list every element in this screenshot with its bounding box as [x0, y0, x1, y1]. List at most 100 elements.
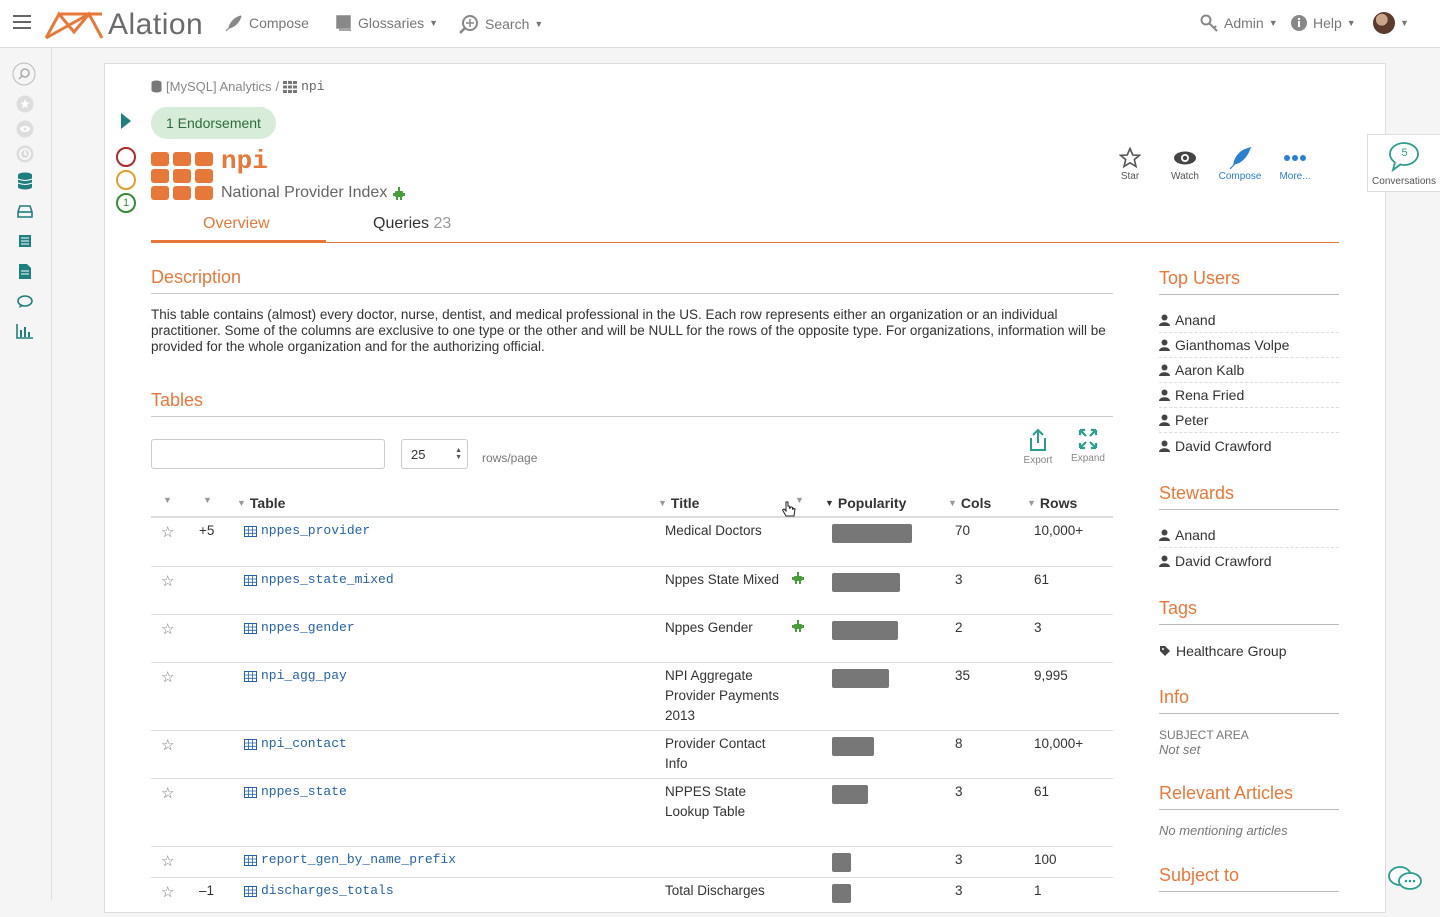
- subject-area-value[interactable]: Not set: [1159, 742, 1200, 757]
- watch-button[interactable]: Watch: [1155, 145, 1215, 182]
- column-header-table[interactable]: ▼ Table: [237, 495, 285, 511]
- table-filter-input[interactable]: [151, 439, 385, 469]
- top-users-heading: Top Users: [1159, 268, 1241, 288]
- table-row[interactable]: ☆ npi_contact Provider Contact Info 8 10,000…: [151, 730, 1113, 778]
- star-icon[interactable]: ☆: [161, 883, 174, 901]
- user-item[interactable]: David Crawford: [1159, 548, 1339, 573]
- endorsement-badge[interactable]: 1 Endorsement: [151, 107, 276, 139]
- table-object-icon: [151, 152, 213, 202]
- rows-count: 61: [1034, 784, 1050, 799]
- user-name: Rena Fried: [1175, 387, 1245, 403]
- table-link[interactable]: npi_agg_pay: [244, 666, 347, 686]
- eye-icon[interactable]: [14, 118, 36, 140]
- table-link[interactable]: npi_contact: [244, 734, 347, 754]
- sort-vote-column[interactable]: ▼: [203, 495, 212, 505]
- user-menu[interactable]: ▼: [1373, 12, 1409, 34]
- table-row[interactable]: ☆ –1 discharges_totals Total Discharges 3 1: [151, 877, 1113, 917]
- table-row[interactable]: ☆ nppes_state NPPES State Lookup Table 3 61: [151, 778, 1113, 846]
- popularity-bar: [832, 524, 912, 543]
- chevron-down-icon: ▼: [1268, 18, 1278, 28]
- expand-panel-arrow-icon[interactable]: [121, 113, 131, 129]
- user-icon: [1159, 389, 1170, 401]
- relevant-articles-heading: Relevant Articles: [1159, 783, 1294, 803]
- user-item[interactable]: David Crawford: [1159, 433, 1339, 458]
- table-link[interactable]: nppes_state_mixed: [244, 570, 394, 590]
- compose-button[interactable]: Compose: [1210, 145, 1270, 182]
- table-row[interactable]: ☆ report_gen_by_name_prefix 3 100: [151, 846, 1113, 877]
- cols-count: 2: [955, 620, 963, 635]
- table-link[interactable]: nppes_provider: [244, 521, 370, 541]
- chevron-down-icon: ▼: [429, 17, 439, 28]
- user-item[interactable]: Gianthomas Volpe: [1159, 333, 1339, 358]
- article-icon[interactable]: [14, 230, 36, 252]
- nav-admin-label: Admin: [1224, 15, 1264, 31]
- page-subtitle: National Provider Index: [221, 184, 406, 202]
- tab-overview[interactable]: Overview: [203, 215, 270, 233]
- column-header-popularity[interactable]: ▼ Popularity: [825, 495, 906, 511]
- user-item[interactable]: Aaron Kalb: [1159, 358, 1339, 383]
- help-chat-icon[interactable]: [1387, 864, 1423, 897]
- trust-flag-deprecation-icon[interactable]: [116, 147, 136, 167]
- trust-flag-endorsement-icon[interactable]: 1: [116, 193, 136, 213]
- breadcrumb-source[interactable]: [MySQL] Analytics: [166, 79, 271, 94]
- nav-search[interactable]: Search ▼: [458, 14, 543, 34]
- conversation-icon[interactable]: [14, 291, 36, 313]
- star-icon[interactable]: ☆: [161, 620, 174, 638]
- nav-glossaries[interactable]: Glossaries ▼: [334, 14, 438, 31]
- rows-per-page-select[interactable]: 25 ▲ ▼: [401, 439, 468, 469]
- star-icon[interactable]: ☆: [161, 572, 174, 590]
- export-button[interactable]: Export: [1018, 428, 1058, 466]
- book-icon: [336, 15, 351, 31]
- star-icon[interactable]: [14, 93, 36, 115]
- user-item[interactable]: Anand: [1159, 523, 1339, 548]
- more-button[interactable]: More...: [1265, 145, 1325, 182]
- hamburger-menu-icon[interactable]: [13, 15, 31, 31]
- alation-logo[interactable]: Alation: [44, 8, 203, 42]
- popularity-bar: [832, 737, 874, 756]
- nav-help[interactable]: Help ▼: [1290, 14, 1356, 32]
- table-icon: [244, 670, 257, 682]
- tab-queries[interactable]: Queries 23: [373, 215, 451, 233]
- table-row[interactable]: ☆ nppes_gender Nppes Gender 2 3: [151, 614, 1113, 662]
- user-item[interactable]: Anand: [1159, 308, 1339, 333]
- alation-logo-mark-icon: [44, 11, 104, 40]
- sort-triangle-icon: ▼: [658, 498, 667, 508]
- history-icon[interactable]: [14, 143, 36, 165]
- user-item[interactable]: Peter: [1159, 408, 1339, 433]
- table-link[interactable]: discharges_totals: [244, 881, 394, 901]
- table-row[interactable]: ☆ npi_agg_pay NPI Aggregate Provider Payme…: [151, 662, 1113, 730]
- sort-star-column[interactable]: ▼: [163, 495, 172, 505]
- user-item[interactable]: Rena Fried: [1159, 383, 1339, 408]
- database-icon[interactable]: [14, 170, 36, 192]
- table-row[interactable]: ☆ +5 nppes_provider Medical Doctors 70 10,000…: [151, 518, 1113, 566]
- conversations-tab[interactable]: 5 Conversations: [1367, 134, 1440, 192]
- search-icon[interactable]: [12, 62, 36, 86]
- popularity-bar: [832, 573, 900, 592]
- table-link[interactable]: nppes_state: [244, 782, 347, 802]
- tag-item[interactable]: Healthcare Group: [1159, 638, 1339, 663]
- bar-chart-icon[interactable]: [14, 320, 36, 342]
- star-icon[interactable]: ☆: [161, 668, 174, 686]
- star-icon[interactable]: ☆: [161, 784, 174, 802]
- table-link[interactable]: nppes_gender: [244, 618, 355, 638]
- divider: [151, 293, 1113, 294]
- column-header-title[interactable]: ▼ Title: [658, 495, 699, 511]
- star-icon[interactable]: ☆: [161, 523, 174, 541]
- document-icon[interactable]: [14, 260, 36, 282]
- table-title: Nppes State Mixed: [665, 572, 780, 587]
- column-header-cols[interactable]: ▼ Cols: [948, 495, 991, 511]
- user-name: David Crawford: [1175, 437, 1272, 454]
- expand-button[interactable]: Expand: [1068, 428, 1108, 464]
- chevron-down-icon: ▼: [1400, 18, 1409, 28]
- filesystem-icon[interactable]: [14, 200, 36, 222]
- star-icon[interactable]: ☆: [161, 736, 174, 754]
- column-header-rows[interactable]: ▼ Rows: [1027, 495, 1077, 511]
- star-icon[interactable]: ☆: [161, 852, 174, 870]
- description-text[interactable]: This table contains (almost) every docto…: [151, 307, 1116, 355]
- trust-flag-warning-icon[interactable]: [116, 170, 136, 190]
- nav-admin[interactable]: Admin ▼: [1200, 14, 1278, 32]
- star-button[interactable]: Star: [1100, 145, 1160, 182]
- table-link[interactable]: report_gen_by_name_prefix: [244, 850, 456, 870]
- table-row[interactable]: ☆ nppes_state_mixed Nppes State Mixed 3 61: [151, 566, 1113, 614]
- nav-compose[interactable]: Compose: [224, 14, 309, 32]
